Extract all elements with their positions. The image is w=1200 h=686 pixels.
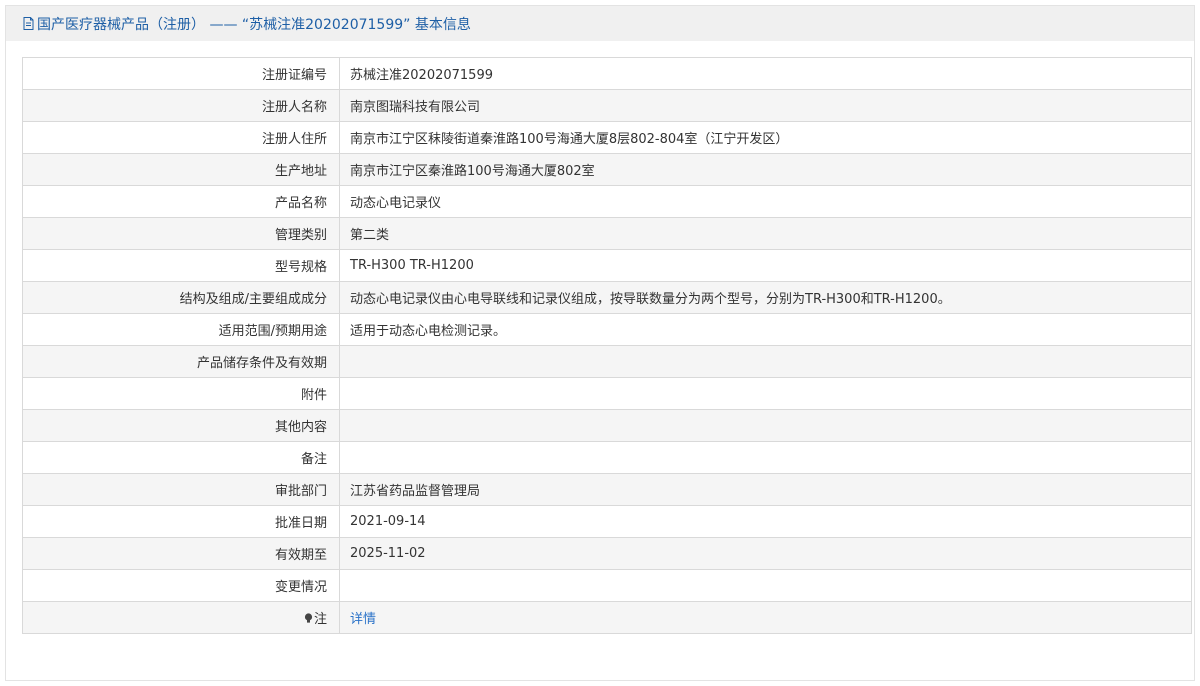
field-label: 型号规格 [22, 249, 340, 282]
field-value: 动态心电记录仪由心电导联线和记录仪组成，按导联数量分为两个型号，分别为TR-H3… [339, 281, 1192, 314]
note-row: 注 详情 [22, 601, 1192, 634]
field-value: 2025-11-02 [339, 537, 1192, 570]
field-value: TR-H300 TR-H1200 [339, 249, 1192, 282]
table-row: 注册人住所 南京市江宁区秣陵街道秦淮路100号海通大厦8层802-804室（江宁开… [22, 121, 1192, 154]
table-row: 适用范围/预期用途 适用于动态心电检测记录。 [22, 313, 1192, 346]
field-label: 备注 [22, 441, 340, 474]
field-label: 有效期至 [22, 537, 340, 570]
table-row: 批准日期 2021-09-14 [22, 505, 1192, 538]
lightbulb-icon [304, 613, 313, 623]
field-value: 2021-09-14 [339, 505, 1192, 538]
field-label: 其他内容 [22, 409, 340, 442]
note-label: 注 [313, 612, 327, 627]
field-label: 产品储存条件及有效期 [22, 345, 340, 378]
field-value: 江苏省药品监督管理局 [339, 473, 1192, 506]
table-row: 产品储存条件及有效期 [22, 345, 1192, 378]
table-row: 注册人名称 南京图瑞科技有限公司 [22, 89, 1192, 122]
table-row: 有效期至 2025-11-02 [22, 537, 1192, 570]
field-value [339, 569, 1192, 602]
table-row: 型号规格 TR-H300 TR-H1200 [22, 249, 1192, 282]
field-label: 注册人住所 [22, 121, 340, 154]
panel-title-bar: 国产医疗器械产品（注册） —— “苏械注准20202071599” 基本信息 [6, 6, 1194, 41]
table-row: 其他内容 [22, 409, 1192, 442]
table-row: 生产地址 南京市江宁区秦淮路100号海通大厦802室 [22, 153, 1192, 186]
field-value [339, 377, 1192, 410]
table-row: 结构及组成/主要组成成分 动态心电记录仪由心电导联线和记录仪组成，按导联数量分为两… [22, 281, 1192, 314]
field-label: 生产地址 [22, 153, 340, 186]
field-label: 注册证编号 [22, 57, 340, 90]
table-row: 注册证编号 苏械注准20202071599 [22, 57, 1192, 90]
field-label: 注册人名称 [22, 89, 340, 122]
note-value-cell: 详情 [339, 601, 1192, 634]
field-value: 南京市江宁区秦淮路100号海通大厦802室 [339, 153, 1192, 186]
field-label: 适用范围/预期用途 [22, 313, 340, 346]
field-value: 南京图瑞科技有限公司 [339, 89, 1192, 122]
field-value: 适用于动态心电检测记录。 [339, 313, 1192, 346]
page-title: 国产医疗器械产品（注册） —— “苏械注准20202071599” 基本信息 [37, 16, 471, 33]
info-table: 注册证编号 苏械注准20202071599 注册人名称 南京图瑞科技有限公司 注册人住所… [22, 57, 1192, 634]
field-label: 管理类别 [22, 217, 340, 250]
field-value [339, 345, 1192, 378]
field-label: 附件 [22, 377, 340, 410]
field-value [339, 441, 1192, 474]
field-label: 结构及组成/主要组成成分 [22, 281, 340, 314]
field-label: 变更情况 [22, 569, 340, 602]
note-label-cell: 注 [22, 601, 340, 634]
table-row: 管理类别 第二类 [22, 217, 1192, 250]
table-row: 变更情况 [22, 569, 1192, 602]
field-value: 苏械注准20202071599 [339, 57, 1192, 90]
table-row: 产品名称 动态心电记录仪 [22, 185, 1192, 218]
field-label: 产品名称 [22, 185, 340, 218]
field-label: 批准日期 [22, 505, 340, 538]
table-row: 附件 [22, 377, 1192, 410]
details-link[interactable]: 详情 [350, 612, 376, 627]
field-value [339, 409, 1192, 442]
table-row: 备注 [22, 441, 1192, 474]
field-value: 动态心电记录仪 [339, 185, 1192, 218]
field-value: 南京市江宁区秣陵街道秦淮路100号海通大厦8层802-804室（江宁开发区） [339, 121, 1192, 154]
info-panel: 国产医疗器械产品（注册） —— “苏械注准20202071599” 基本信息 注… [5, 5, 1195, 681]
table-row: 审批部门 江苏省药品监督管理局 [22, 473, 1192, 506]
document-icon [23, 17, 34, 30]
field-value: 第二类 [339, 217, 1192, 250]
field-label: 审批部门 [22, 473, 340, 506]
